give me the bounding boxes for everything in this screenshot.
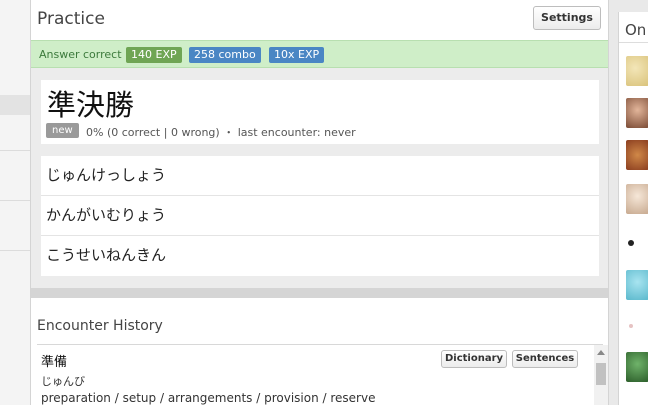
avatar-dot [628,240,634,246]
avatar[interactable] [626,140,648,170]
practice-panel: Practice Settings Answer correct 140 EXP… [30,0,609,405]
answer-status-bar: Answer correct 140 EXP 258 combo 10x EXP [31,40,608,68]
dictionary-button[interactable]: Dictionary [441,350,507,368]
answer-status-text: Answer correct [39,48,122,61]
multiplier-badge: 10x EXP [269,47,325,63]
encounter-history-title: Encounter History [37,318,163,334]
exp-badge: 140 EXP [126,47,182,63]
settings-button[interactable]: Settings [533,6,601,30]
word-stats: 0% (0 correct | 0 wrong) ・ last encounte… [86,126,356,139]
answer-choices: じゅんけっしょう かんがいむりょう こうせいねんきん [41,156,599,276]
background-page [0,0,30,405]
encounter-scrollbar[interactable] [594,345,608,405]
word-card: 準決勝 new 0% (0 correct | 0 wrong) ・ last … [41,80,599,144]
avatar[interactable] [626,184,648,214]
answer-choice[interactable]: じゅんけっしょう [41,156,599,196]
background-line [0,250,30,251]
avatar[interactable] [626,352,648,382]
practice-title: Practice [37,9,105,29]
background-line [0,150,30,151]
practice-header: Practice Settings [31,0,608,40]
online-divider [619,42,648,43]
combo-badge: 258 combo [189,47,261,63]
encounter-history-list: 準備 じゅんび preparation / setup / arrangemen… [37,344,608,405]
background-line [0,200,30,201]
new-badge: new [46,123,79,138]
avatar[interactable] [626,270,648,300]
question-area: 準決勝 new 0% (0 correct | 0 wrong) ・ last … [31,68,608,296]
scroll-thumb[interactable] [596,363,606,385]
scroll-up-icon[interactable] [597,350,605,355]
background-stripe [0,95,30,115]
answer-choice[interactable]: かんがいむりょう [41,196,599,236]
online-users-panel: On [618,12,648,405]
question-kanji: 準決勝 [47,88,135,122]
avatar[interactable] [626,228,648,258]
avatar[interactable] [626,312,648,342]
avatar[interactable] [626,98,648,128]
answer-choice[interactable]: こうせいねんきん [41,236,599,276]
encounter-meaning: preparation / setup / arrangements / pro… [41,391,376,405]
avatar-dot [629,324,633,328]
avatar[interactable] [626,56,648,86]
encounter-reading: じゅんび [41,375,85,388]
online-title: On [625,21,647,39]
sentences-button[interactable]: Sentences [512,350,578,368]
section-divider [31,288,608,298]
encounter-word: 準備 [41,355,68,370]
